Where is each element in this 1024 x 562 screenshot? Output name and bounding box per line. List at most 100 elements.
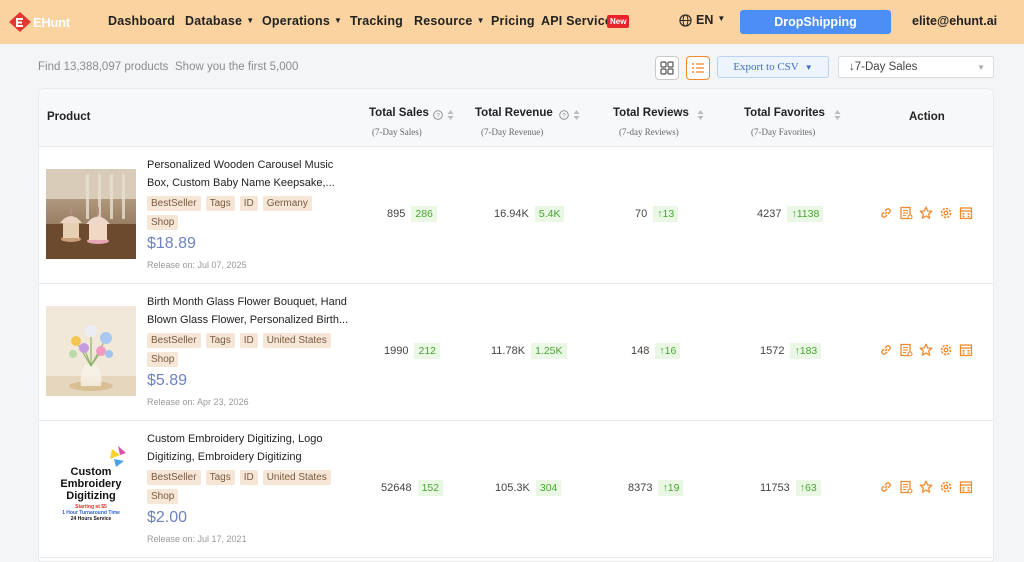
report-icon[interactable]: [899, 206, 913, 220]
tag-shop[interactable]: Shop: [147, 352, 179, 367]
col-total-sales[interactable]: Total Sales: [369, 107, 429, 119]
tag-id[interactable]: ID: [239, 333, 258, 348]
reviews-value: 148: [631, 345, 650, 357]
chevron-down-icon: ▼: [334, 16, 343, 25]
star-icon[interactable]: [919, 480, 933, 494]
sales-cell: 895 286: [387, 206, 437, 222]
tag-tags[interactable]: Tags: [205, 333, 235, 348]
sort-icon[interactable]: [447, 109, 454, 121]
star-icon[interactable]: [919, 343, 933, 357]
revenue-value: 11.78K: [491, 345, 526, 357]
nav-tracking[interactable]: Tracking: [350, 14, 403, 28]
product-image[interactable]: Custom Embroidery Digitizing Starting at…: [46, 443, 136, 533]
col-total-favorites-sub: (7-Day Favorites): [751, 127, 816, 137]
thumb-line-2: Embroidery: [60, 478, 122, 490]
logo[interactable]: EHunt: [8, 11, 70, 33]
new-badge: New: [607, 15, 630, 28]
sort-icon[interactable]: [573, 109, 580, 121]
tag-country[interactable]: United States: [262, 470, 331, 485]
reviews-delta: ↑13: [653, 206, 679, 222]
nav-operations[interactable]: Operations ▼: [262, 14, 342, 28]
product-title[interactable]: Personalized Wooden Carousel Music Box, …: [147, 157, 353, 192]
calendar-icon[interactable]: [959, 480, 973, 494]
col-total-favorites[interactable]: Total Favorites: [744, 107, 825, 119]
table-row[interactable]: Personalized Wooden Carousel Music Box, …: [39, 147, 993, 284]
logo-text: EHunt: [33, 14, 70, 30]
product-title[interactable]: Custom Embroidery Digitizing, Logo Digit…: [147, 431, 353, 466]
settings-icon[interactable]: [939, 480, 953, 494]
ehunt-logo-icon: [9, 12, 31, 32]
nav-resource[interactable]: Resource ▼: [414, 14, 485, 28]
tag-country[interactable]: Germany: [262, 196, 312, 211]
tag-id[interactable]: ID: [239, 470, 258, 485]
sort-icon[interactable]: [697, 109, 704, 121]
chevron-down-icon: ▼: [717, 13, 726, 23]
revenue-cell: 11.78K 1.25K: [491, 343, 567, 359]
tag-bestseller[interactable]: BestSeller: [147, 196, 201, 211]
table-row[interactable]: Custom Embroidery Digitizing Starting at…: [39, 421, 993, 558]
user-email[interactable]: elite@ehunt.ai: [912, 14, 997, 28]
tag-bestseller[interactable]: BestSeller: [147, 333, 201, 348]
export-csv-button[interactable]: Export to CSV ▼: [717, 56, 829, 78]
favorites-value: 1572: [760, 345, 785, 357]
tag-shop[interactable]: Shop: [147, 215, 179, 230]
help-icon[interactable]: ?: [559, 110, 569, 120]
favorites-delta: ↑183: [790, 343, 822, 359]
tag-tags[interactable]: Tags: [205, 470, 235, 485]
tag-id[interactable]: ID: [239, 196, 258, 211]
nav-database[interactable]: Database ▼: [185, 14, 254, 28]
release-date: Release on: Jul 07, 2025: [147, 260, 247, 270]
revenue-value: 105.3K: [495, 482, 530, 494]
list-view-button[interactable]: [686, 56, 710, 80]
settings-icon[interactable]: [939, 343, 953, 357]
tag-country[interactable]: United States: [262, 333, 331, 348]
help-icon[interactable]: ?: [433, 110, 443, 120]
sales-cell: 1990 212: [384, 343, 441, 359]
language-selector[interactable]: EN ▼: [679, 13, 725, 27]
table-row[interactable]: Birth Month Glass Flower Bouquet, Hand B…: [39, 284, 993, 421]
thumb-line-6: 24 Hours Service: [71, 516, 112, 522]
link-icon[interactable]: [879, 206, 893, 220]
nav-dashboard[interactable]: Dashboard: [108, 14, 175, 28]
chevron-down-icon: ▼: [804, 62, 813, 72]
calendar-icon[interactable]: [959, 343, 973, 357]
thumb-line-3: Digitizing: [66, 490, 116, 502]
col-total-reviews[interactable]: Total Reviews: [613, 107, 689, 119]
svg-text:?: ?: [562, 112, 566, 119]
report-icon[interactable]: [899, 480, 913, 494]
col-action: Action: [909, 111, 945, 123]
reviews-delta: ↑19: [658, 480, 684, 496]
release-date: Release on: Jul 17, 2021: [147, 534, 247, 544]
sort-icon[interactable]: [834, 109, 841, 121]
product-title[interactable]: Birth Month Glass Flower Bouquet, Hand B…: [147, 294, 353, 329]
product-tags: BestSeller Tags ID Germany Shop: [147, 196, 347, 234]
product-image[interactable]: [46, 306, 136, 396]
grid-view-icon: [660, 61, 674, 75]
star-icon[interactable]: [919, 206, 933, 220]
reviews-cell: 70 ↑13: [635, 206, 679, 222]
link-icon[interactable]: [879, 480, 893, 494]
link-icon[interactable]: [879, 343, 893, 357]
nav-pricing[interactable]: Pricing: [491, 14, 535, 28]
sort-select[interactable]: ↓7-Day Sales ▼: [838, 56, 994, 78]
grid-view-button[interactable]: [655, 56, 679, 80]
tag-shop[interactable]: Shop: [147, 489, 179, 504]
product-tags: BestSeller Tags ID United States Shop: [147, 333, 347, 371]
col-total-sales-sub: (7-Day Sales): [372, 127, 422, 137]
list-view-icon: [692, 63, 704, 73]
chevron-down-icon: ▼: [476, 16, 485, 25]
favorites-value: 4237: [757, 208, 782, 220]
reviews-value: 70: [635, 208, 648, 220]
col-total-revenue[interactable]: Total Revenue: [475, 107, 553, 119]
tag-bestseller[interactable]: BestSeller: [147, 470, 201, 485]
reviews-cell: 148 ↑16: [631, 343, 681, 359]
report-icon[interactable]: [899, 343, 913, 357]
settings-icon[interactable]: [939, 206, 953, 220]
nav-api-service[interactable]: API Service: [541, 14, 612, 28]
product-image[interactable]: [46, 169, 136, 259]
release-date: Release on: Apr 23, 2026: [147, 397, 249, 407]
tag-tags[interactable]: Tags: [205, 196, 235, 211]
calendar-icon[interactable]: [959, 206, 973, 220]
svg-text:?: ?: [436, 112, 440, 119]
dropshipping-button[interactable]: DropShipping: [740, 10, 891, 34]
